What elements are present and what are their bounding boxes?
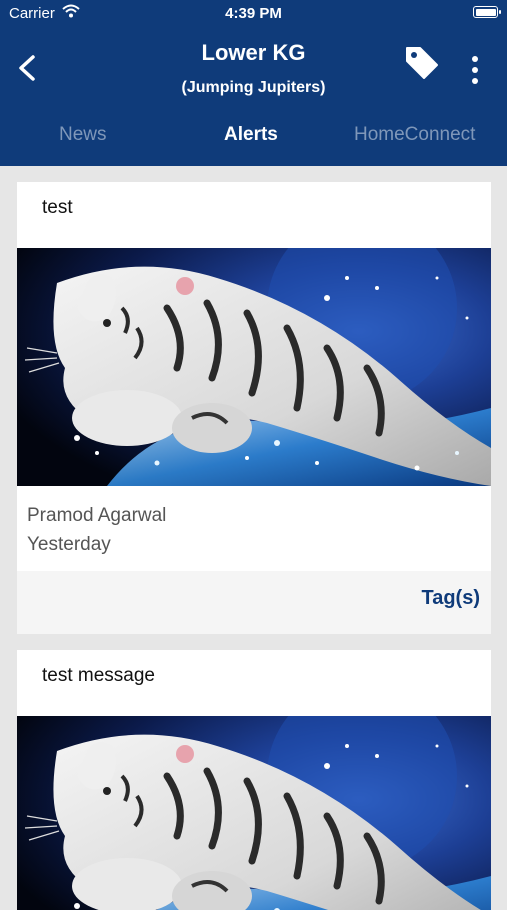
tab-alerts[interactable]: Alerts (224, 118, 278, 152)
app-header: Carrier 4:39 PM Lower KG (Jumping Jupite… (0, 0, 507, 166)
alert-author: Pramod Agarwal (27, 505, 167, 526)
alert-card-footer: Tag(s) (17, 571, 491, 634)
alert-image[interactable] (17, 716, 491, 910)
alert-image[interactable] (17, 248, 491, 486)
tab-news[interactable]: News (59, 118, 107, 152)
more-vertical-icon[interactable] (465, 54, 485, 86)
battery-icon (473, 6, 501, 18)
tag-icon[interactable] (404, 44, 440, 80)
status-time: 4:39 PM (225, 5, 282, 22)
alert-title: test (42, 197, 73, 218)
alert-card[interactable]: test message (17, 650, 491, 910)
alert-card[interactable]: test Pramod Agarwal Yesterday Tag(s) (17, 182, 491, 634)
page-subtitle: (Jumping Jupiters) (181, 79, 326, 96)
tags-link[interactable]: Tag(s) (421, 587, 480, 610)
status-bar: Carrier 4:39 PM (0, 0, 507, 28)
tab-bar: News Alerts HomeConnect (0, 118, 507, 158)
tab-homeconnect[interactable]: HomeConnect (354, 118, 475, 152)
alert-title: test message (42, 665, 155, 686)
alert-date: Yesterday (27, 534, 111, 555)
